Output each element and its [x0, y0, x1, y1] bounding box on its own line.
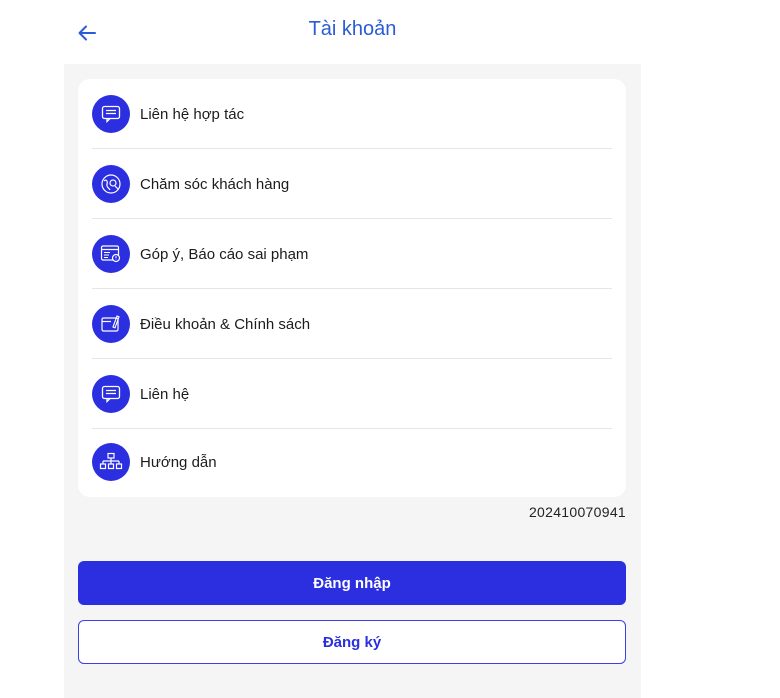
page-title: Tài khoản [308, 18, 397, 40]
menu-item-label: Điều khoản & Chính sách [140, 315, 311, 333]
chat-bubble-icon [92, 95, 130, 133]
account-screen: Tài khoản Liên hệ hợp tác Chăm sóc khách… [64, 0, 641, 698]
menu-item-label: Góp ý, Báo cáo sai phạm [140, 245, 309, 263]
menu-item-contact[interactable]: Liên hệ [92, 359, 612, 429]
menu-item-customer-care[interactable]: Chăm sóc khách hàng [92, 149, 612, 219]
menu-item-label: Liên hệ [140, 385, 190, 403]
sitemap-icon [92, 443, 130, 481]
menu-list: Liên hệ hợp tác Chăm sóc khách hàng Góp … [78, 79, 626, 497]
register-button[interactable]: Đăng ký [78, 620, 626, 664]
feedback-report-icon [92, 235, 130, 273]
login-button[interactable]: Đăng nhập [78, 561, 626, 605]
menu-item-label: Chăm sóc khách hàng [140, 175, 290, 193]
menu-item-terms[interactable]: Điều khoản & Chính sách [92, 289, 612, 359]
chat-bubble-icon [92, 375, 130, 413]
customer-care-icon [92, 165, 130, 203]
menu-item-feedback[interactable]: Góp ý, Báo cáo sai phạm [92, 219, 612, 289]
menu-item-guide[interactable]: Hướng dẫn [92, 427, 612, 497]
menu-item-label: Hướng dẫn [140, 453, 217, 471]
terms-policy-icon [92, 305, 130, 343]
version-number: 202410070941 [528, 504, 626, 520]
menu-item-label: Liên hệ hợp tác [140, 105, 245, 123]
header: Tài khoản [64, 0, 641, 64]
menu-item-partnership[interactable]: Liên hệ hợp tác [92, 79, 612, 149]
